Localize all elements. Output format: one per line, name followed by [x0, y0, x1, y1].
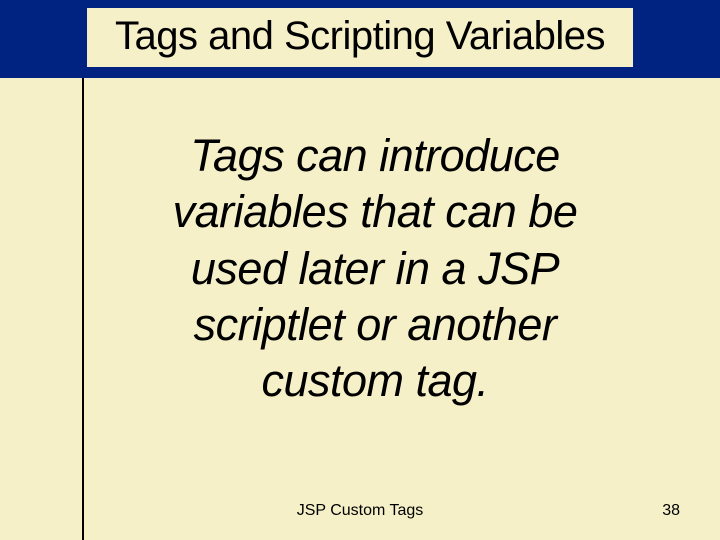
page-number: 38 [662, 502, 680, 520]
footer-title: JSP Custom Tags [297, 502, 424, 520]
slide-body: Tags can introduce variables that can be… [140, 128, 610, 409]
vertical-divider [82, 78, 84, 540]
title-bar: Tags and Scripting Variables [0, 0, 720, 78]
slide-title: Tags and Scripting Variables [87, 8, 633, 67]
